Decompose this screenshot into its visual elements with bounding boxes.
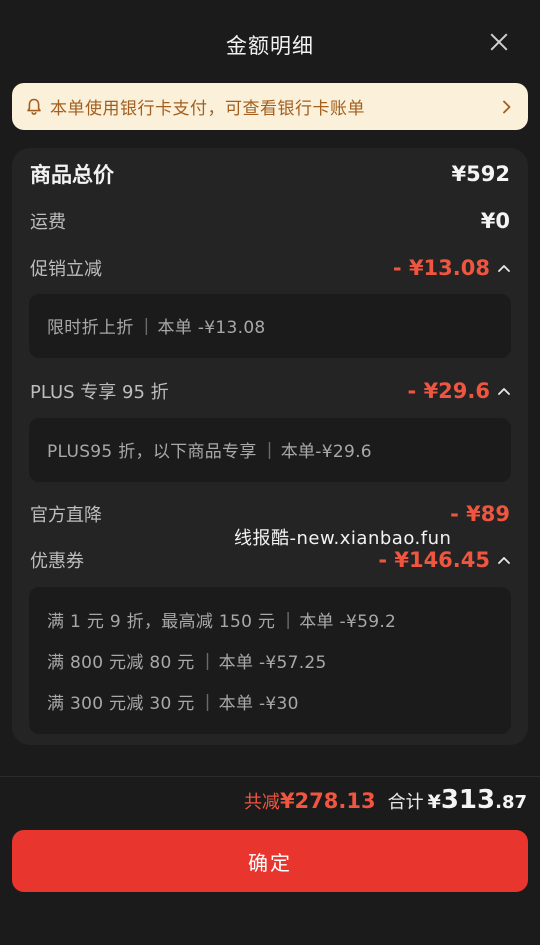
direct-drop-label: 官方直降 [30, 505, 102, 526]
coupon-details: 满 1 元 9 折，最高减 150 元 | 本单 -¥59.2 满 800 元减… [29, 587, 511, 734]
chevron-up-icon [498, 388, 510, 395]
separator: | [143, 315, 150, 336]
plus-value: - ¥29.6 [407, 379, 490, 403]
promotion-details: 限时折上折 | 本单 -¥13.08 [29, 294, 511, 358]
detail-name: 满 300 元减 30 元 [47, 694, 195, 714]
promotion-row[interactable]: 促销立减 - ¥13.08 [30, 252, 510, 284]
separator: | [204, 650, 211, 671]
direct-drop-value: - ¥89 [450, 502, 510, 526]
detail-name: 限时折上折 [47, 318, 134, 338]
separator: | [204, 691, 211, 712]
promotion-toggle[interactable]: - ¥13.08 [393, 256, 510, 280]
detail-line: PLUS95 折，以下商品专享 | 本单-¥29.6 [47, 429, 511, 470]
separator: | [266, 439, 273, 460]
detail-amount: 本单 -¥59.2 [299, 612, 397, 632]
shipping-label: 运费 [30, 212, 66, 233]
detail-line: 满 1 元 9 折，最高减 150 元 | 本单 -¥59.2 [47, 599, 511, 640]
detail-line: 满 300 元减 30 元 | 本单 -¥30 [47, 681, 511, 722]
coupon-label: 优惠券 [30, 551, 84, 572]
bank-card-notice[interactable]: 本单使用银行卡支付，可查看银行卡账单 [12, 83, 528, 130]
shipping-row: 运费 ¥0 [30, 205, 510, 237]
goods-total-value: ¥592 [451, 162, 510, 186]
detail-name: 满 1 元 9 折，最高减 150 元 [47, 612, 276, 632]
plus-toggle[interactable]: - ¥29.6 [408, 379, 510, 403]
detail-line: 满 800 元减 80 元 | 本单 -¥57.25 [47, 640, 511, 681]
total-label: 合计 [387, 792, 424, 813]
total-integer: 313 [440, 785, 496, 815]
detail-line: 限时折上折 | 本单 -¥13.08 [47, 305, 511, 346]
promotion-value: - ¥13.08 [392, 256, 490, 280]
separator: | [285, 609, 292, 630]
page-title: 金额明细 [226, 34, 314, 58]
detail-amount: 本单-¥29.6 [280, 442, 372, 462]
confirm-button[interactable]: 确定 [12, 830, 528, 892]
detail-amount: 本单 -¥57.25 [218, 653, 327, 673]
plus-row[interactable]: PLUS 专享 95 折 - ¥29.6 [30, 375, 510, 407]
close-icon[interactable] [488, 31, 510, 53]
price-breakdown-card: 商品总价 ¥592 运费 ¥0 促销立减 - ¥13.08 限时折上折 | 本单… [12, 148, 528, 745]
detail-name: PLUS95 折，以下商品专享 [47, 442, 257, 462]
total-currency: ¥ [427, 791, 441, 813]
chevron-up-icon [498, 265, 510, 272]
shipping-value: ¥0 [480, 209, 510, 233]
saved-value: ¥278.13 [279, 789, 376, 813]
goods-total-row: 商品总价 ¥592 [30, 158, 510, 190]
chevron-up-icon [498, 557, 510, 564]
total-decimal: .87 [495, 792, 527, 813]
order-summary: 共减 ¥278.13 合计 ¥ 313 .87 [244, 785, 527, 815]
plus-label: PLUS 专享 95 折 [30, 382, 169, 403]
saved-label: 共减 [243, 792, 280, 813]
detail-amount: 本单 -¥30 [218, 694, 299, 714]
detail-name: 满 800 元减 80 元 [47, 653, 195, 673]
detail-amount: 本单 -¥13.08 [157, 318, 266, 338]
header: 金额明细 [0, 0, 540, 88]
goods-total-label: 商品总价 [30, 163, 114, 187]
promotion-label: 促销立减 [30, 259, 102, 280]
bell-icon [27, 98, 41, 115]
watermark: 线报酷-new.xianbao.fun [234, 528, 452, 549]
coupon-toggle[interactable]: - ¥146.45 [378, 548, 510, 572]
footer-bar: 共减 ¥278.13 合计 ¥ 313 .87 确定 [0, 776, 540, 945]
coupon-value: - ¥146.45 [378, 548, 490, 572]
plus-details: PLUS95 折，以下商品专享 | 本单-¥29.6 [29, 418, 511, 482]
notice-text: 本单使用银行卡支付，可查看银行卡账单 [50, 99, 365, 119]
chevron-right-icon [503, 100, 511, 113]
amount-detail-sheet: 金额明细 本单使用银行卡支付，可查看银行卡账单 商品总价 ¥592 运费 ¥0 … [0, 0, 540, 945]
